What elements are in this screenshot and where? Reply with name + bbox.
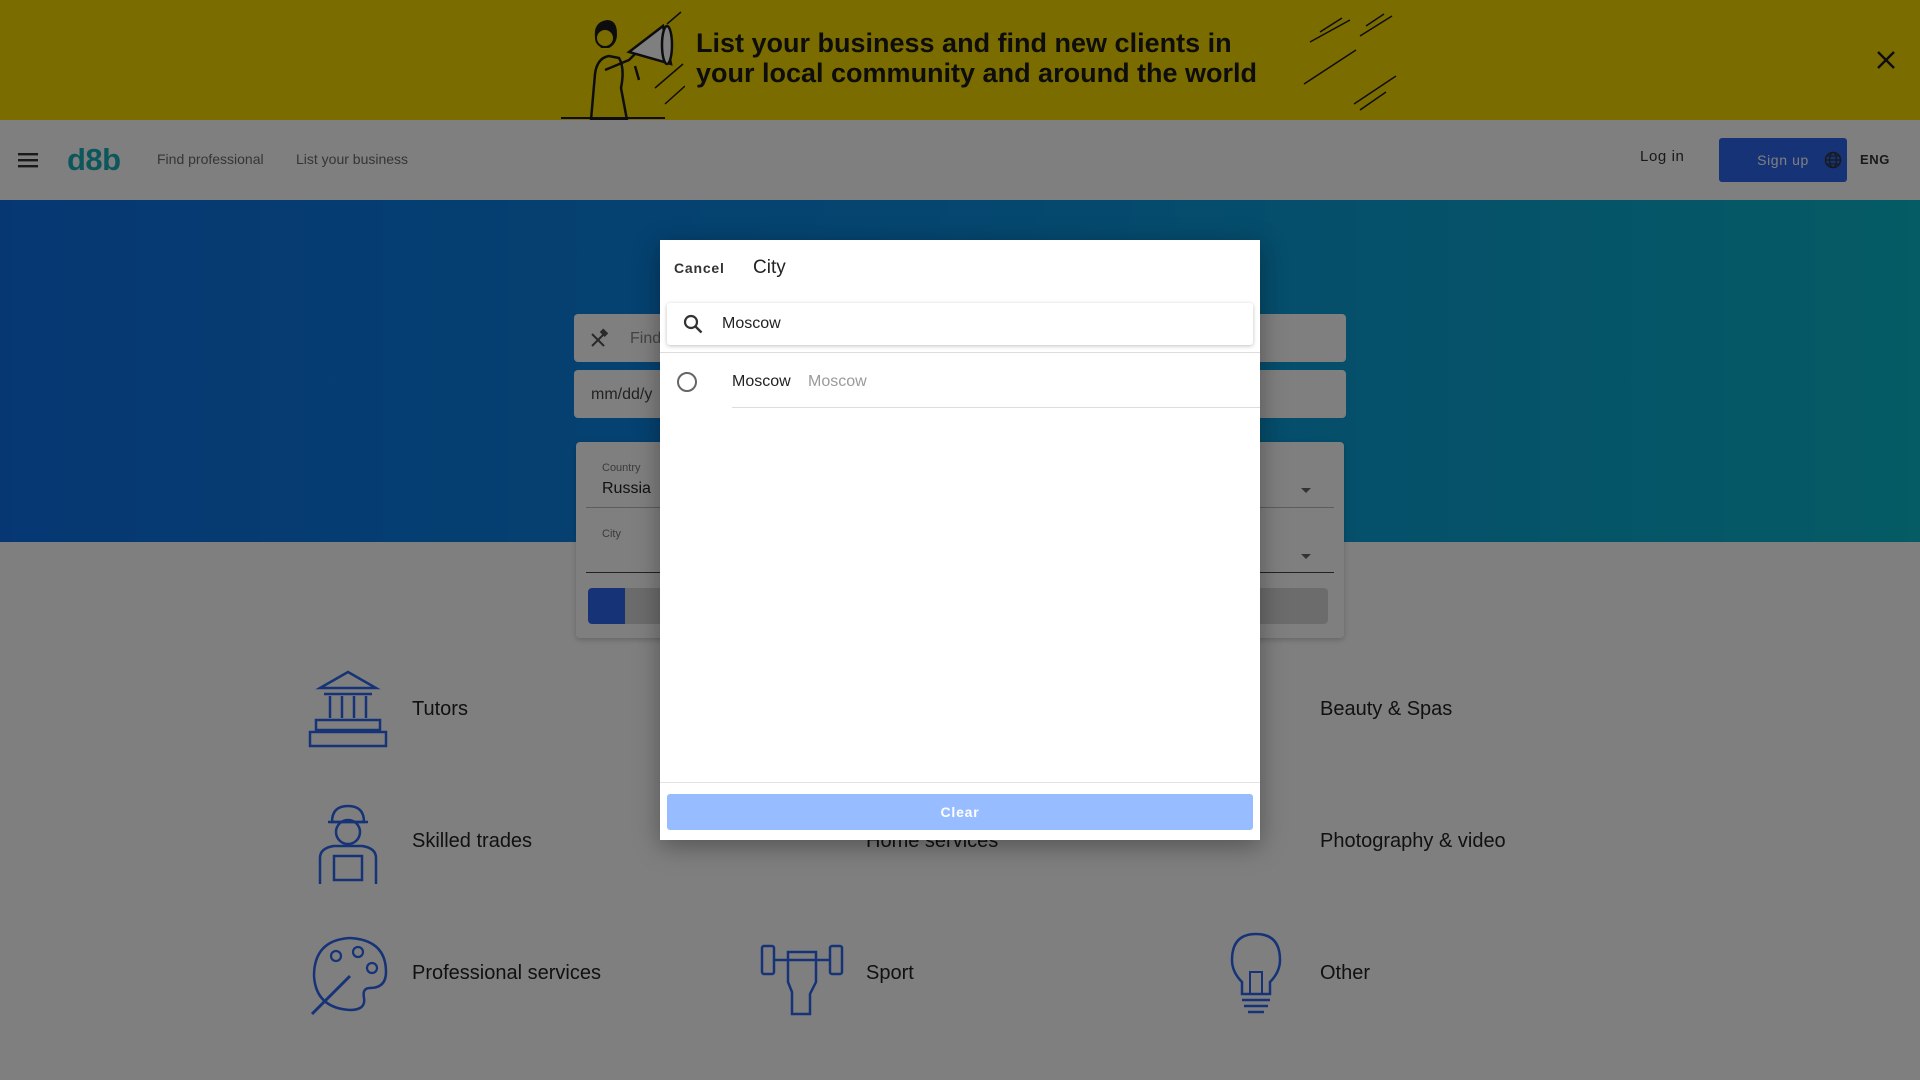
city-result-name: Moscow [732, 373, 791, 390]
city-search-input[interactable] [722, 311, 1222, 337]
search-icon [683, 314, 703, 334]
city-radio-button[interactable] [677, 372, 697, 392]
city-result-row[interactable]: Moscow Moscow [660, 356, 1260, 408]
clear-button[interactable]: Clear [667, 794, 1253, 830]
city-search-box[interactable] [667, 303, 1253, 345]
cancel-button[interactable]: Cancel [674, 260, 725, 276]
dialog-title: City [753, 257, 786, 278]
city-picker-dialog: Cancel City Moscow Moscow Clear [660, 240, 1260, 840]
city-result-region: Moscow [808, 373, 867, 390]
